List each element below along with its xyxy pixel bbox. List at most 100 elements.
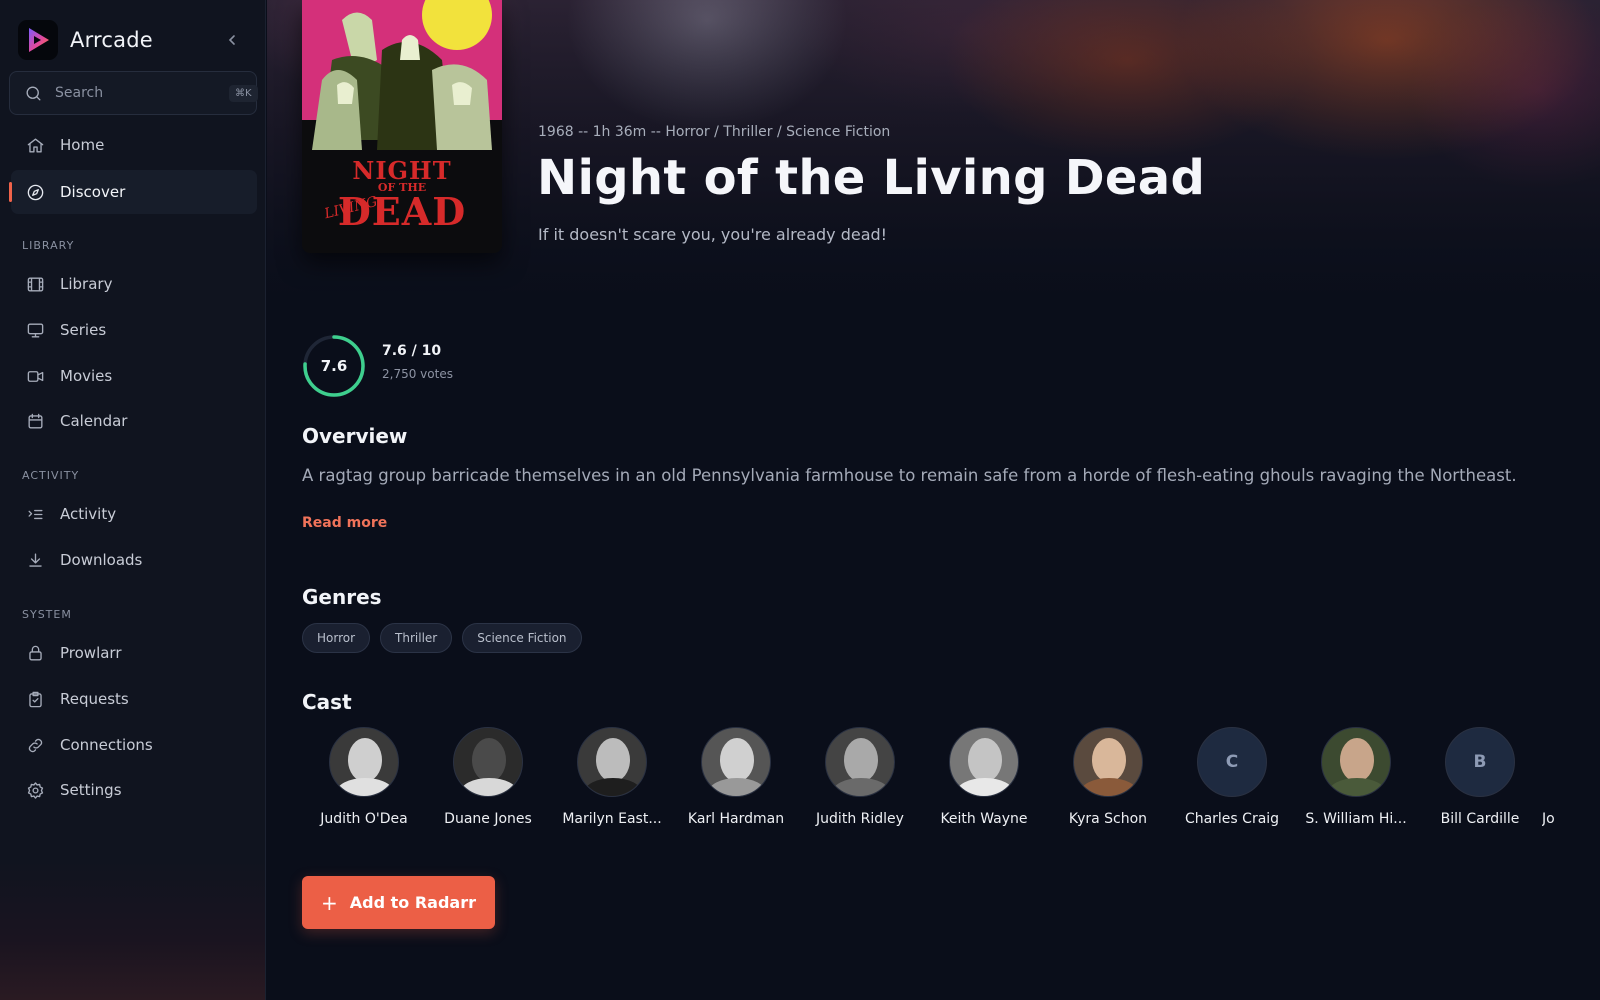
cast-member[interactable]: Judith O'Dea (302, 727, 426, 827)
cast-member[interactable]: Duane Jones (426, 727, 550, 827)
cast-name: Marilyn East... (562, 811, 662, 827)
download-icon (25, 550, 45, 570)
cast-member[interactable]: Judith Ridley (798, 727, 922, 827)
video-icon (25, 366, 45, 386)
movie-tagline: If it doesn't scare you, you're already … (538, 225, 888, 244)
sidebar-item-series[interactable]: Series (11, 308, 257, 352)
section-label-activity: ACTIVITY (22, 469, 80, 482)
genres-heading: Genres (302, 585, 382, 609)
genre-chip[interactable]: Science Fiction (462, 623, 582, 653)
cast-name: S. William Hi... (1305, 811, 1407, 827)
avatar (949, 727, 1019, 797)
film-icon (25, 274, 45, 294)
genre-list: Horror Thriller Science Fiction (302, 623, 582, 653)
search-icon (24, 83, 43, 103)
cast-name: Judith Ridley (816, 811, 904, 827)
sidebar-item-downloads[interactable]: Downloads (11, 538, 257, 582)
section-label-library: LIBRARY (22, 239, 75, 252)
movie-meta: 1968 -- 1h 36m -- Horror / Thriller / Sc… (538, 124, 891, 140)
sidebar-item-label: Series (60, 321, 107, 339)
sidebar-item-label: Requests (60, 690, 129, 708)
sidebar-item-connections[interactable]: Connections (11, 723, 257, 767)
lock-icon (25, 643, 45, 663)
add-to-radarr-button[interactable]: + Add to Radarr (302, 876, 495, 929)
sidebar-item-movies[interactable]: Movies (11, 354, 257, 398)
sidebar-item-label: Movies (60, 367, 113, 385)
sidebar-item-label: Activity (60, 505, 117, 523)
cast-member[interactable]: Keith Wayne (922, 727, 1046, 827)
sidebar-item-label: Settings (60, 781, 122, 799)
cast-member[interactable]: C Charles Craig (1170, 727, 1294, 827)
arrcade-logo-icon (18, 20, 58, 60)
compass-icon (25, 182, 45, 202)
cast-name: Karl Hardman (687, 811, 785, 827)
cast-name: Judith O'Dea (320, 811, 408, 827)
movie-detail: NIGHT OF THE DEAD LIVING 1968 -- 1h 36m … (267, 0, 1600, 1000)
avatar (701, 727, 771, 797)
sidebar-item-label: Library (60, 275, 113, 293)
genre-chip[interactable]: Thriller (380, 623, 453, 653)
app-name: Arrcade (70, 28, 153, 52)
sidebar-item-home[interactable]: Home (11, 123, 257, 167)
cast-member[interactable]: Marilyn East... (550, 727, 674, 827)
collapse-sidebar-button[interactable] (222, 30, 242, 50)
sidebar-item-label: Calendar (60, 412, 128, 430)
search-input[interactable] (55, 85, 229, 101)
sidebar-item-prowlarr[interactable]: Prowlarr (11, 631, 257, 675)
sidebar-item-label: Prowlarr (60, 644, 122, 662)
cast-member[interactable]: B Bill Cardille (1418, 727, 1542, 827)
cast-member[interactable]: Kyra Schon (1046, 727, 1170, 827)
movie-poster: NIGHT OF THE DEAD LIVING (302, 0, 502, 253)
activity-list-icon (25, 504, 45, 524)
rating-votes: 2,750 votes (382, 367, 453, 381)
search-shortcut-badge: ⌘K (229, 84, 258, 102)
rating-details: 7.6 / 10 2,750 votes (382, 343, 453, 381)
sidebar-item-label: Discover (60, 183, 126, 201)
rating-label: 7.6 / 10 (382, 343, 442, 359)
rating-score: 7.6 (320, 357, 348, 375)
calendar-icon (25, 411, 45, 431)
search-box[interactable]: ⌘K (9, 71, 258, 115)
sidebar-item-label: Home (60, 136, 105, 154)
page-title: Night of the Living Dead (537, 150, 1206, 206)
chevron-left-icon (228, 35, 235, 45)
avatar (1321, 727, 1391, 797)
avatar (1073, 727, 1143, 797)
avatar-initial: B (1445, 727, 1515, 797)
read-more-link[interactable]: Read more (302, 515, 387, 531)
sidebar-item-discover[interactable]: Discover (9, 170, 257, 214)
cast-member[interactable]: Karl Hardman (674, 727, 798, 827)
cast-name: Kyra Schon (1068, 811, 1148, 827)
sidebar-item-library[interactable]: Library (11, 262, 257, 306)
sidebar-item-requests[interactable]: Requests (11, 677, 257, 721)
sidebar-item-activity[interactable]: Activity (11, 492, 257, 536)
avatar-initial: C (1197, 727, 1267, 797)
avatar (329, 727, 399, 797)
plus-icon: + (321, 890, 338, 915)
sidebar-item-calendar[interactable]: Calendar (11, 399, 257, 443)
sidebar-item-settings[interactable]: Settings (11, 768, 257, 812)
sidebar-item-label: Connections (60, 736, 153, 754)
home-icon (25, 135, 45, 155)
genre-chip[interactable]: Horror (302, 623, 371, 653)
cast-member[interactable]: Jo (1542, 727, 1582, 827)
cast-name: Duane Jones (444, 811, 532, 827)
link-icon (25, 735, 45, 755)
cast-list: Judith O'Dea Duane Jones Marilyn East...… (302, 727, 1600, 837)
sidebar: Arrcade ⌘K Home Discover LIBRARY Library… (0, 0, 266, 1000)
cast-name: Bill Cardille (1440, 811, 1520, 827)
add-to-radarr-label: Add to Radarr (349, 893, 476, 912)
avatar (577, 727, 647, 797)
monitor-icon (25, 320, 45, 340)
cast-member[interactable]: S. William Hi... (1294, 727, 1418, 827)
avatar (825, 727, 895, 797)
overview-text: A ragtag group barricade themselves in a… (302, 466, 1517, 485)
sidebar-item-label: Downloads (60, 551, 143, 569)
cast-heading: Cast (302, 690, 352, 714)
cast-name: Jo (1542, 811, 1555, 827)
brand[interactable]: Arrcade (18, 20, 153, 60)
clipboard-icon (25, 689, 45, 709)
gear-icon (25, 780, 45, 800)
cast-name: Charles Craig (1184, 811, 1280, 827)
overview-heading: Overview (302, 424, 408, 448)
